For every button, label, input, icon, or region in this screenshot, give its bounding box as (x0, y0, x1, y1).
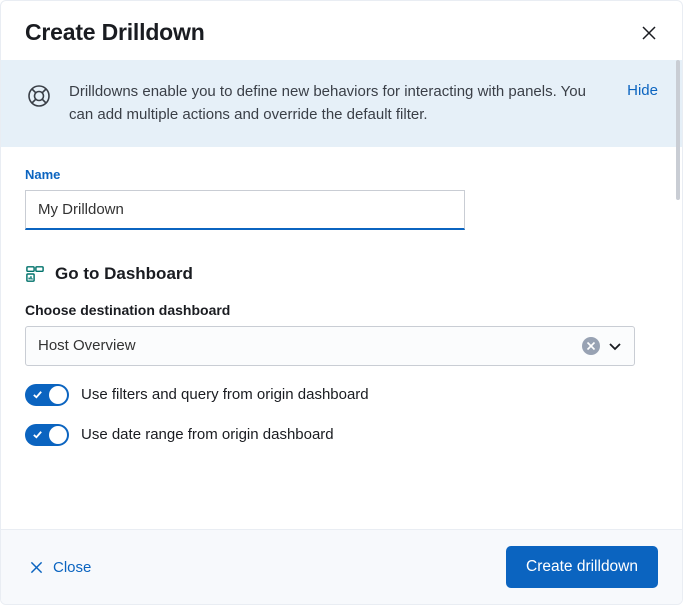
toggle-use-date-range[interactable] (25, 424, 69, 446)
modal-body: Drilldowns enable you to define new beha… (1, 60, 682, 529)
callout-text: Drilldowns enable you to define new beha… (69, 80, 611, 127)
close-button[interactable]: Close (25, 553, 95, 582)
section-heading: Go to Dashboard (25, 264, 658, 284)
scrollbar[interactable] (676, 60, 680, 200)
toggle-use-date-range-row: Use date range from origin dashboard (25, 424, 658, 446)
destination-dashboard-select[interactable]: Host Overview (25, 326, 635, 366)
close-button-label: Close (53, 559, 91, 576)
chevron-down-icon[interactable] (604, 335, 626, 357)
destination-label: Choose destination dashboard (25, 302, 658, 318)
check-icon (31, 389, 43, 401)
dashboard-icon (25, 264, 45, 284)
switch-thumb (49, 426, 67, 444)
toggle-use-filters-label: Use filters and query from origin dashbo… (81, 386, 369, 403)
destination-value: Host Overview (38, 337, 578, 354)
section-title: Go to Dashboard (55, 264, 193, 284)
toggle-use-filters[interactable] (25, 384, 69, 406)
toggle-use-date-range-label: Use date range from origin dashboard (81, 426, 334, 443)
clear-selection-icon[interactable] (582, 337, 600, 355)
form-area: Name Go to Dashboard Choose destination … (1, 147, 682, 454)
info-callout: Drilldowns enable you to define new beha… (1, 60, 682, 147)
name-label: Name (25, 167, 658, 182)
toggle-use-filters-row: Use filters and query from origin dashbo… (25, 384, 658, 406)
help-icon (25, 82, 53, 110)
hide-callout-button[interactable]: Hide (627, 82, 658, 99)
switch-thumb (49, 386, 67, 404)
modal-title: Create Drilldown (25, 19, 205, 46)
create-drilldown-button[interactable]: Create drilldown (506, 546, 658, 588)
create-drilldown-modal: Create Drilldown Drilldowns enable you t… (0, 0, 683, 605)
modal-header: Create Drilldown (1, 1, 682, 60)
close-icon[interactable] (640, 24, 658, 42)
modal-footer: Close Create drilldown (1, 529, 682, 604)
close-icon (29, 560, 43, 574)
check-icon (31, 429, 43, 441)
name-input[interactable] (25, 190, 465, 230)
